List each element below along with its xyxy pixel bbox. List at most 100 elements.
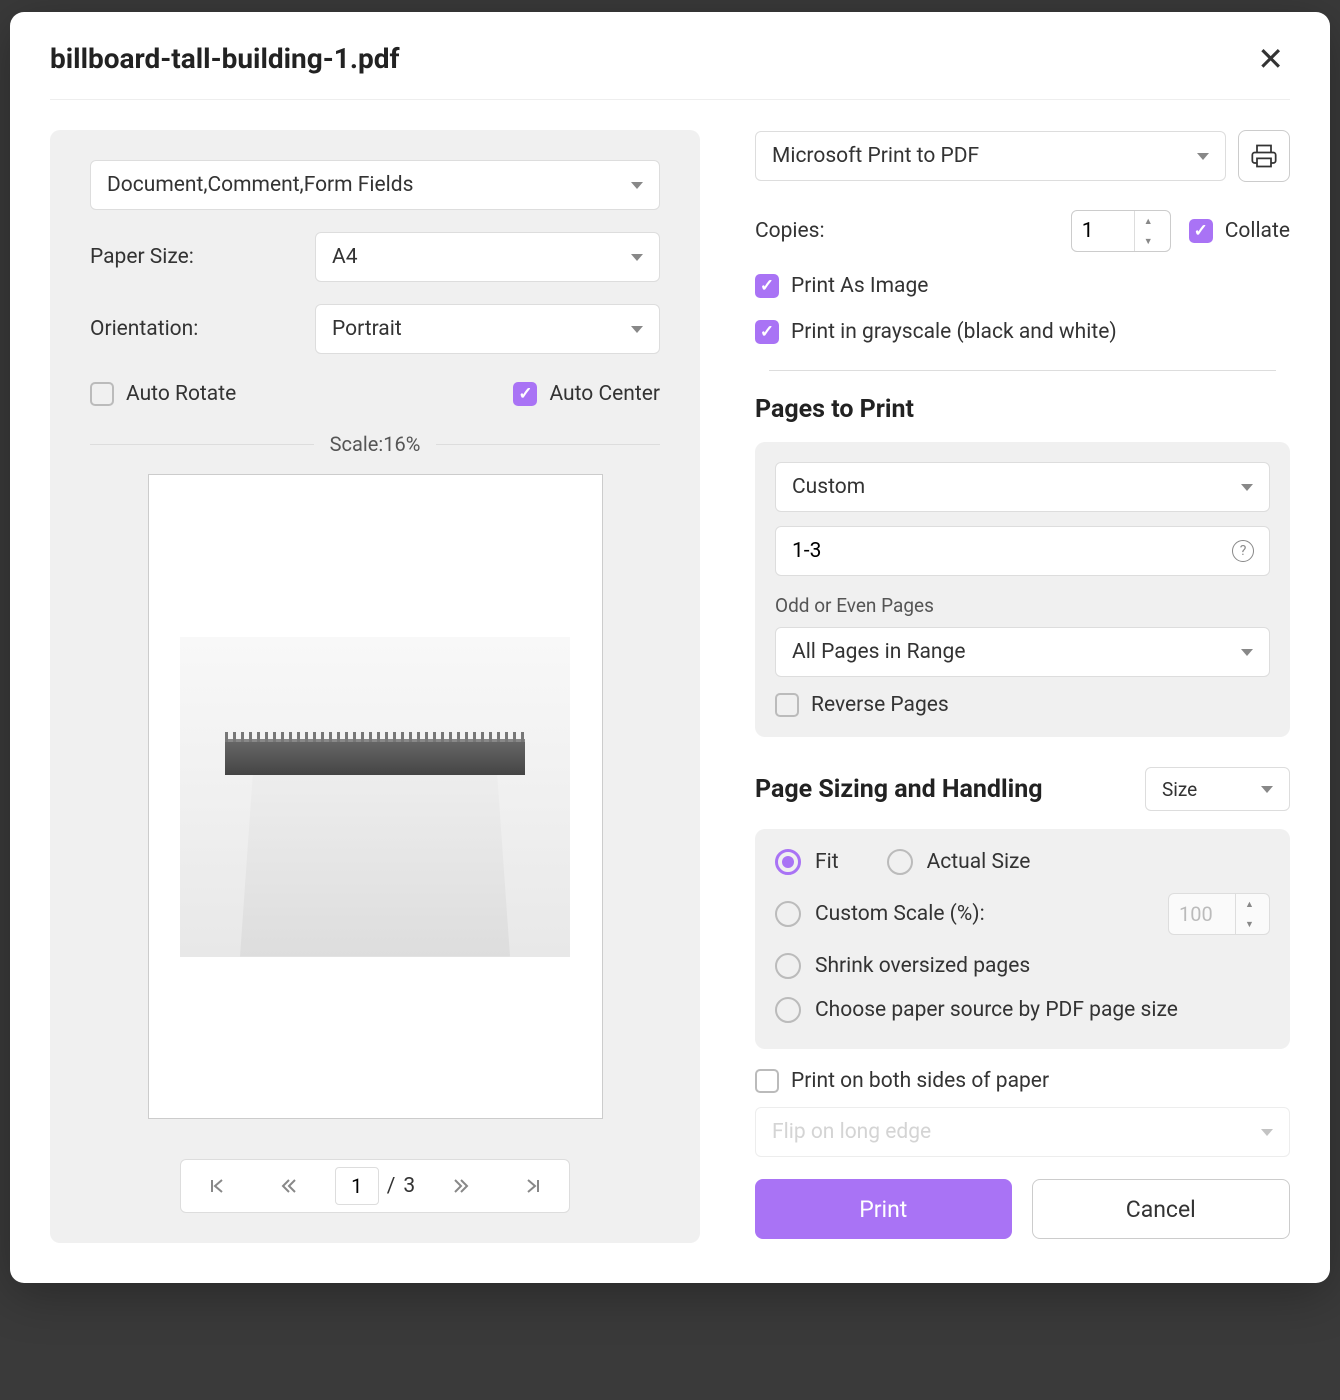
fit-radio[interactable]: Fit (775, 849, 839, 875)
scale-down-button: ▼ (1236, 914, 1263, 934)
prev-page-button[interactable] (253, 1160, 325, 1212)
checkbox-icon (90, 382, 114, 406)
chevron-down-icon (631, 326, 643, 333)
odd-even-select[interactable]: All Pages in Range (775, 627, 1270, 677)
chevron-down-icon (1197, 153, 1209, 160)
sizing-mode-value: Size (1162, 778, 1197, 801)
pages-to-print-title: Pages to Print (755, 395, 1290, 424)
dialog-header: billboard-tall-building-1.pdf ✕ (50, 42, 1290, 100)
checkbox-icon (775, 693, 799, 717)
checkbox-checked-icon (755, 274, 779, 298)
printer-value: Microsoft Print to PDF (772, 144, 979, 168)
orientation-select[interactable]: Portrait (315, 304, 660, 354)
custom-scale-input (1169, 894, 1235, 934)
radio-icon (775, 901, 801, 927)
paper-source-radio[interactable]: Choose paper source by PDF page size (775, 997, 1270, 1023)
radio-icon (887, 849, 913, 875)
radio-selected-icon (775, 849, 801, 875)
checkbox-checked-icon (513, 382, 537, 406)
auto-rotate-checkbox[interactable]: Auto Rotate (90, 382, 236, 406)
first-page-button[interactable] (181, 1160, 253, 1212)
chevron-down-icon (1261, 786, 1273, 793)
both-sides-label: Print on both sides of paper (791, 1069, 1049, 1093)
preview-image (180, 637, 570, 957)
paper-size-value: A4 (332, 245, 358, 269)
radio-icon (775, 953, 801, 979)
custom-scale-label: Custom Scale (%): (815, 902, 985, 926)
reverse-pages-checkbox[interactable]: Reverse Pages (775, 693, 949, 717)
auto-center-label: Auto Center (549, 382, 660, 406)
collate-checkbox[interactable]: Collate (1189, 219, 1290, 243)
next-page-button[interactable] (425, 1160, 497, 1212)
shrink-radio[interactable]: Shrink oversized pages (775, 953, 1270, 979)
chevron-down-icon (631, 254, 643, 261)
page-number-input[interactable] (335, 1167, 379, 1205)
content-type-select[interactable]: Document,Comment,Form Fields (90, 160, 660, 210)
page-sizing-title: Page Sizing and Handling (755, 775, 1043, 804)
printer-select[interactable]: Microsoft Print to PDF (755, 131, 1226, 181)
help-icon[interactable]: ? (1232, 540, 1254, 562)
chevron-down-icon (631, 182, 643, 189)
copies-input[interactable] (1072, 211, 1134, 251)
close-button[interactable]: ✕ (1251, 43, 1290, 75)
range-mode-value: Custom (792, 475, 865, 499)
orientation-label: Orientation: (90, 317, 315, 341)
print-dialog: billboard-tall-building-1.pdf ✕ Document… (10, 12, 1330, 1283)
sizing-mode-select[interactable]: Size (1145, 767, 1290, 811)
fit-label: Fit (815, 850, 839, 874)
shrink-label: Shrink oversized pages (815, 954, 1030, 978)
print-as-image-checkbox[interactable]: Print As Image (755, 274, 928, 298)
radio-icon (775, 997, 801, 1023)
page-navigator: / 3 (180, 1159, 570, 1213)
paper-source-label: Choose paper source by PDF page size (815, 998, 1178, 1022)
chevron-down-icon (1241, 649, 1253, 656)
paper-size-label: Paper Size: (90, 245, 315, 269)
chevron-down-icon (1261, 1129, 1273, 1136)
page-preview (148, 474, 603, 1119)
first-page-icon (209, 1178, 225, 1194)
cancel-button[interactable]: Cancel (1032, 1179, 1291, 1239)
range-mode-select[interactable]: Custom (775, 462, 1270, 512)
flip-select: Flip on long edge (755, 1107, 1290, 1157)
auto-rotate-label: Auto Rotate (126, 382, 236, 406)
checkbox-checked-icon (1189, 219, 1213, 243)
copies-label: Copies: (755, 219, 1053, 243)
checkbox-icon (755, 1069, 779, 1093)
auto-center-checkbox[interactable]: Auto Center (513, 382, 660, 406)
page-total: 3 (403, 1174, 415, 1198)
last-page-icon (525, 1178, 541, 1194)
custom-scale-radio[interactable]: Custom Scale (%): (775, 901, 1168, 927)
flip-value: Flip on long edge (772, 1120, 931, 1144)
page-range-input[interactable] (775, 526, 1270, 576)
page-separator: / (387, 1174, 396, 1198)
printer-settings-button[interactable] (1238, 130, 1290, 182)
grayscale-checkbox[interactable]: Print in grayscale (black and white) (755, 320, 1117, 344)
content-type-value: Document,Comment,Form Fields (107, 173, 413, 197)
collate-label: Collate (1225, 219, 1290, 243)
printer-icon (1250, 142, 1278, 170)
actual-size-label: Actual Size (927, 850, 1031, 874)
settings-panel: Microsoft Print to PDF Copies: ▲ ▼ (755, 130, 1290, 1243)
copies-down-button[interactable]: ▼ (1135, 231, 1162, 251)
chevron-down-icon (1241, 484, 1253, 491)
checkbox-checked-icon (755, 320, 779, 344)
print-as-image-label: Print As Image (791, 274, 928, 298)
scale-up-button: ▲ (1236, 894, 1263, 914)
prev-page-icon (281, 1178, 297, 1194)
grayscale-label: Print in grayscale (black and white) (791, 320, 1117, 344)
close-icon: ✕ (1257, 40, 1284, 78)
last-page-button[interactable] (497, 1160, 569, 1212)
odd-even-value: All Pages in Range (792, 640, 965, 664)
odd-even-label: Odd or Even Pages (775, 594, 1270, 617)
page-sizing-panel: Fit Actual Size Custom Scale (%): (755, 829, 1290, 1049)
print-button[interactable]: Print (755, 1179, 1012, 1239)
next-page-icon (453, 1178, 469, 1194)
copies-up-button[interactable]: ▲ (1135, 211, 1162, 231)
paper-size-select[interactable]: A4 (315, 232, 660, 282)
orientation-value: Portrait (332, 317, 402, 341)
actual-size-radio[interactable]: Actual Size (887, 849, 1031, 875)
copies-spinner[interactable]: ▲ ▼ (1071, 210, 1171, 252)
dialog-title: billboard-tall-building-1.pdf (50, 42, 400, 75)
reverse-label: Reverse Pages (811, 693, 949, 717)
both-sides-checkbox[interactable]: Print on both sides of paper (755, 1069, 1049, 1093)
